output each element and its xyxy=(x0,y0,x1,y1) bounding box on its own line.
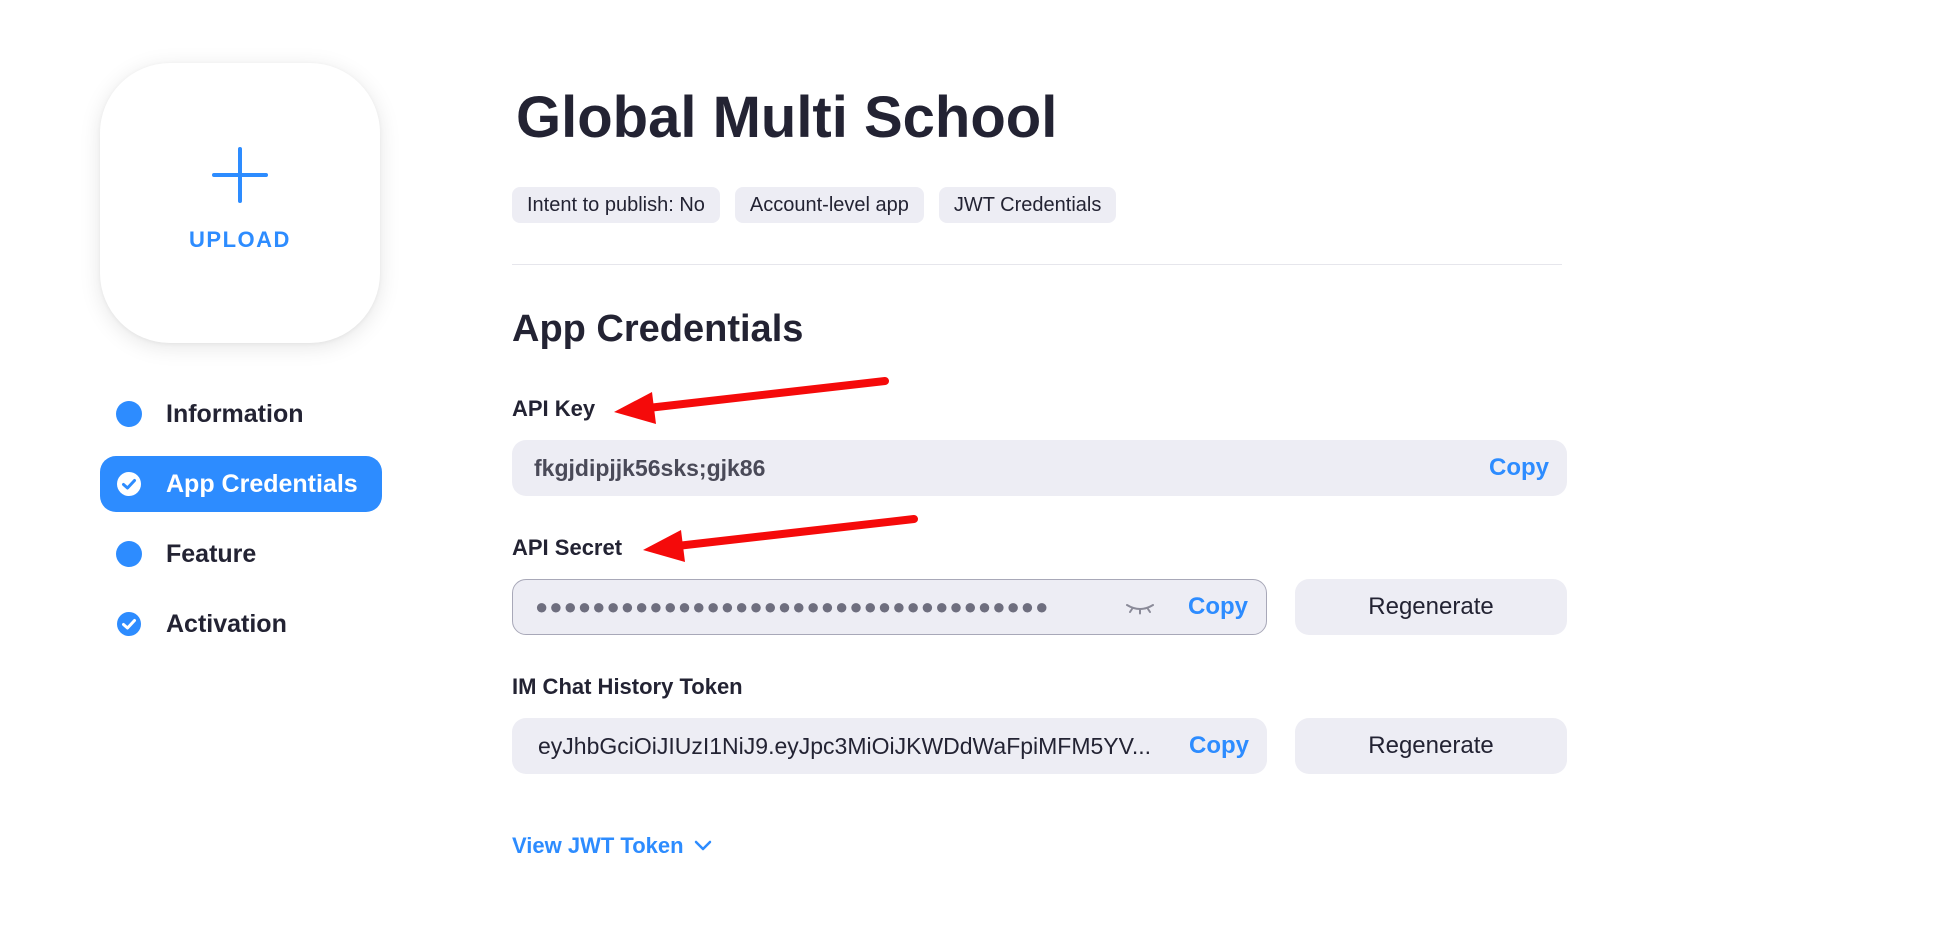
eye-closed-icon[interactable] xyxy=(1124,597,1156,617)
upload-label: UPLOAD xyxy=(189,227,291,252)
im-chat-token-copy-button[interactable]: Copy xyxy=(1189,732,1249,760)
upload-button[interactable]: UPLOAD xyxy=(100,63,380,343)
dot-icon xyxy=(116,541,142,567)
step-label: Feature xyxy=(166,539,257,568)
api-secret-regenerate-button[interactable]: Regenerate xyxy=(1295,579,1567,635)
check-circle-icon xyxy=(117,472,141,496)
tag-intent-to-publish: Intent to publish: No xyxy=(512,187,720,223)
api-secret-label: API Secret xyxy=(512,535,623,560)
api-secret-field: ●●●●●●●●●●●●●●●●●●●●●●●●●●●●●●●●●●●● Cop… xyxy=(512,579,1267,635)
api-secret-value: ●●●●●●●●●●●●●●●●●●●●●●●●●●●●●●●●●●●● xyxy=(535,594,1050,619)
api-key-value: fkgjdipjjk56sks;gjk86 xyxy=(534,454,766,481)
check-circle-icon xyxy=(117,612,141,636)
im-chat-token-regenerate-button[interactable]: Regenerate xyxy=(1295,718,1567,774)
im-chat-token-field: eyJhbGciOiJIUzI1NiJ9.eyJpc3MiOiJKWDdWaFp… xyxy=(512,718,1267,774)
im-chat-token-label: IM Chat History Token xyxy=(512,674,743,699)
steps-nav: Information App Credentials Feature Acti… xyxy=(100,386,382,666)
im-chat-token-value: eyJhbGciOiJIUzI1NiJ9.eyJpc3MiOiJKWDdWaFp… xyxy=(538,732,1152,759)
api-key-copy-button[interactable]: Copy xyxy=(1489,454,1549,482)
view-jwt-token-link[interactable]: View JWT Token xyxy=(512,833,712,859)
step-label: App Credentials xyxy=(166,469,358,498)
step-app-credentials[interactable]: App Credentials xyxy=(100,456,382,512)
step-label: Activation xyxy=(166,609,287,638)
app-title: Global Multi School xyxy=(516,85,1058,150)
section-title: App Credentials xyxy=(512,308,804,350)
annotation-arrow-api-key xyxy=(614,377,889,424)
step-information[interactable]: Information xyxy=(100,386,382,442)
plus-icon xyxy=(212,147,268,203)
view-jwt-token-label: View JWT Token xyxy=(512,833,684,858)
api-key-field: fkgjdipjjk56sks;gjk86 Copy xyxy=(512,440,1567,496)
step-feature[interactable]: Feature xyxy=(100,526,382,582)
tag-account-level: Account-level app xyxy=(734,187,924,223)
annotation-arrow-api-secret xyxy=(643,515,918,562)
dot-icon xyxy=(116,401,142,427)
tag-jwt-credentials: JWT Credentials xyxy=(938,187,1117,223)
api-key-label: API Key xyxy=(512,396,596,421)
step-label: Information xyxy=(166,399,304,428)
api-secret-copy-button[interactable]: Copy xyxy=(1188,593,1248,621)
chevron-down-icon xyxy=(694,840,711,851)
divider xyxy=(512,264,1562,265)
step-activation[interactable]: Activation xyxy=(100,596,382,652)
app-tags: Intent to publish: No Account-level app … xyxy=(512,187,1117,223)
